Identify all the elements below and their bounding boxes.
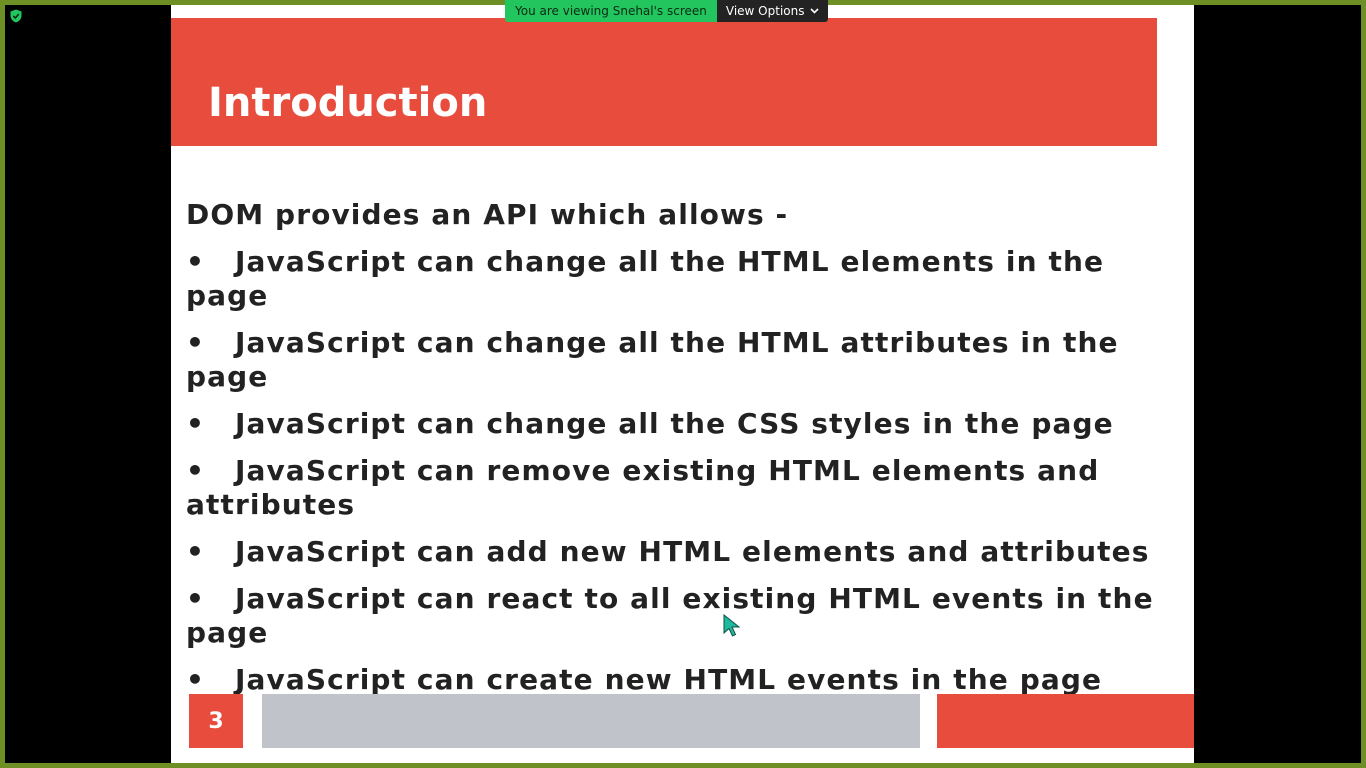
- screen-share-banner: You are viewing Snehal's screen View Opt…: [505, 0, 829, 22]
- slide-title: Introduction: [208, 80, 488, 126]
- bullet-marker: •: [186, 535, 205, 568]
- bullet-marker: •: [186, 454, 205, 487]
- slide-intro-text: DOM provides an API which allows -: [186, 198, 789, 231]
- bullet-item: • JavaScript can react to all existing HT…: [186, 582, 1191, 650]
- slide-bullet-list: • JavaScript can change all the HTML elem…: [186, 245, 1191, 697]
- bullet-text: JavaScript can create new HTML events in…: [235, 663, 1103, 696]
- bullet-item: • JavaScript can remove existing HTML ele…: [186, 454, 1191, 522]
- bullet-text: JavaScript can react to all existing HTM…: [186, 582, 1154, 649]
- bullet-marker: •: [186, 326, 205, 359]
- bullet-marker: •: [186, 582, 205, 615]
- footer-gray-bar: [262, 694, 920, 748]
- view-options-button[interactable]: View Options: [716, 0, 829, 22]
- view-options-label: View Options: [725, 4, 805, 18]
- slide-number: 3: [189, 694, 243, 748]
- bullet-item: • JavaScript can change all the HTML attr…: [186, 326, 1191, 394]
- bullet-text: JavaScript can change all the CSS styles…: [235, 407, 1114, 440]
- bullet-item: • JavaScript can change all the HTML elem…: [186, 245, 1191, 313]
- presentation-slide: Introduction DOM provides an API which a…: [171, 5, 1194, 763]
- shield-check-icon[interactable]: [9, 9, 23, 23]
- footer-red-bar: [937, 694, 1194, 748]
- bullet-text: JavaScript can remove existing HTML elem…: [186, 454, 1100, 521]
- bullet-text: JavaScript can change all the HTML attri…: [186, 326, 1119, 393]
- bullet-text: JavaScript can change all the HTML eleme…: [186, 245, 1105, 312]
- slide-content: DOM provides an API which allows - • Java…: [186, 198, 1191, 710]
- mouse-cursor-icon: [723, 614, 741, 637]
- bullet-marker: •: [186, 663, 205, 696]
- bullet-marker: •: [186, 407, 205, 440]
- viewing-screen-label: You are viewing Snehal's screen: [505, 0, 717, 22]
- chevron-down-icon: [810, 8, 820, 14]
- bullet-marker: •: [186, 245, 205, 278]
- bullet-item: • JavaScript can add new HTML elements an…: [186, 535, 1191, 569]
- bullet-item: • JavaScript can create new HTML events i…: [186, 663, 1191, 697]
- bullet-text: JavaScript can add new HTML elements and…: [235, 535, 1150, 568]
- bullet-item: • JavaScript can change all the CSS style…: [186, 407, 1191, 441]
